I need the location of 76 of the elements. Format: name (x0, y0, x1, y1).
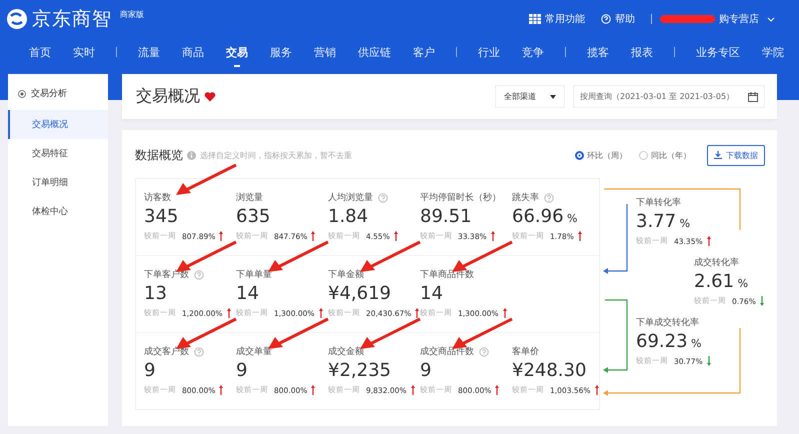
sidebar-item[interactable]: 订单明细 (8, 168, 108, 197)
metric-label: 成交转化率 (694, 256, 739, 269)
metric-value: 14 (420, 283, 444, 304)
metric-value: 345 (144, 206, 180, 227)
shop-name[interactable]: 购专营店 (719, 12, 759, 26)
metric-value: 9 (236, 360, 248, 381)
metric-value: 3.77 % (636, 211, 692, 232)
compare-radio[interactable]: 环比（周） (575, 150, 627, 160)
channel-select[interactable]: 全部渠道 (495, 85, 565, 108)
metric-label: 成交金额 (328, 346, 364, 358)
help-icon[interactable] (194, 270, 204, 280)
nav-tab[interactable]: 行业 (467, 40, 511, 64)
compare-radio[interactable]: 同比（年） (639, 150, 691, 160)
header-link[interactable]: 常用功能 (529, 12, 585, 26)
nav-tab[interactable]: 竞争 (511, 40, 555, 64)
nav-tab[interactable]: 报表 (620, 40, 664, 64)
metric-value: 89.51 (420, 206, 473, 227)
radio-button[interactable] (575, 150, 584, 160)
metric-label: 访客数 (144, 192, 171, 204)
help-icon[interactable] (378, 192, 388, 202)
metric-value: ¥4,619 (328, 283, 392, 304)
metric-label: 客单价 (512, 346, 539, 358)
target-icon (18, 90, 26, 98)
logo-icon (6, 8, 28, 30)
metric-label: 浏览量 (236, 192, 263, 204)
nav-tab[interactable]: 学院 (751, 40, 795, 64)
help-icon[interactable] (544, 192, 554, 202)
metric-value: 9 (420, 360, 432, 381)
caret-icon[interactable] (767, 16, 775, 22)
nav-tab[interactable]: 首页 (18, 40, 62, 64)
metric-label: 下单成交转化率 (636, 316, 699, 329)
metric-label: 平均停留时长（秒） (420, 192, 501, 204)
metric-value: 66.96 % (512, 206, 578, 227)
nav-tab[interactable]: 营销 (303, 40, 347, 64)
metric-label: 人均浏览量 (328, 192, 373, 204)
metric-value: 635 (236, 206, 272, 227)
header-link[interactable]: 帮助 (601, 12, 635, 26)
download-icon (714, 151, 722, 159)
page-title: 交易概况 (136, 86, 200, 107)
section-title: 数据概览 (135, 146, 183, 164)
caret-icon (550, 94, 556, 98)
nav-tab[interactable]: 业务专区 (685, 40, 751, 64)
brand-name: 京东商智 (32, 7, 112, 32)
nav-tab[interactable]: 商品 (171, 40, 215, 64)
sidebar-item[interactable]: 交易特征 (8, 139, 108, 168)
metric-value: 9 (144, 360, 156, 381)
metric-value: 1.84 (328, 206, 370, 227)
metric-label: 下单金额 (328, 268, 364, 281)
metric-value: 69.23 % (636, 331, 702, 352)
help-icon (601, 14, 611, 24)
nav-tab[interactable]: 客户 (402, 40, 446, 64)
nav-tab[interactable]: 供应链 (347, 40, 402, 64)
edition-label: 商家版 (120, 9, 144, 20)
metric-value: 13 (144, 283, 168, 304)
help-icon[interactable] (479, 346, 489, 356)
nav-tab[interactable]: 揽客 (576, 40, 620, 64)
date-range-field[interactable]: 按周查询（2021-03-01 至 2021-03-05） (573, 85, 765, 108)
hint-text: 选择自定义时间，指标按天累加，暂不去重 (200, 150, 352, 160)
heart-icon[interactable] (204, 91, 216, 102)
calendar-icon (748, 92, 758, 102)
grid-icon (529, 14, 541, 24)
sidebar-title: 交易分析 (31, 88, 67, 100)
nav-tab[interactable]: 实时 (62, 40, 106, 64)
sidebar-item[interactable]: 交易概况 (8, 110, 108, 139)
metric-value: 14 (236, 283, 260, 304)
download-button[interactable]: 下载数据 (707, 144, 765, 166)
nav-tab[interactable]: 服务 (259, 40, 303, 64)
metric-value: 2.61 % (694, 271, 750, 292)
metric-value: ¥2,235 (328, 360, 392, 381)
metric-label: 跳失率 (512, 192, 539, 204)
metric-value: ¥248.30 (512, 360, 588, 381)
nav-tab[interactable]: 流量 (127, 40, 171, 64)
sidebar-item[interactable]: 体检中心 (8, 197, 108, 226)
metric-label: 下单转化率 (636, 196, 681, 209)
info-icon (187, 150, 196, 160)
help-icon[interactable] (194, 346, 204, 356)
